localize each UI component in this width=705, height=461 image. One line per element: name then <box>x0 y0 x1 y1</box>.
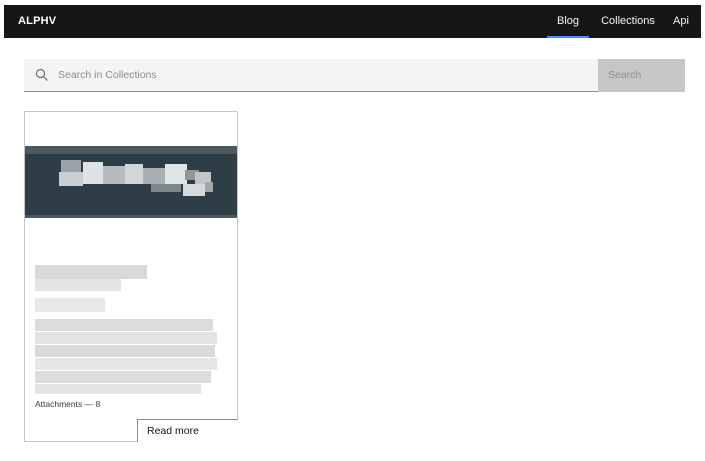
nav-api[interactable]: Api <box>671 5 691 38</box>
image-mosaic-block <box>125 164 143 184</box>
read-more-button[interactable]: Read more <box>137 419 238 442</box>
collection-card: Attachments — 8 Read more <box>24 111 238 442</box>
card-title-blurred <box>35 279 121 291</box>
attachments-count: Attachments — 8 <box>35 399 101 409</box>
search-icon <box>35 68 49 82</box>
image-mosaic-block <box>151 184 181 192</box>
image-mosaic-block <box>165 164 187 184</box>
card-image-band-bottom <box>25 215 237 218</box>
brand-logo[interactable]: ALPHV <box>18 15 56 27</box>
search-field <box>24 59 598 92</box>
image-mosaic-block <box>143 168 165 184</box>
image-mosaic-block <box>183 184 205 196</box>
search-input[interactable] <box>56 59 586 91</box>
card-description-blurred <box>35 332 217 344</box>
card-image <box>25 146 237 218</box>
card-description-blurred <box>35 358 217 370</box>
image-mosaic-block <box>83 162 103 184</box>
card-meta-blurred <box>35 298 105 312</box>
card-image-band-top <box>25 146 237 154</box>
card-description-blurred <box>35 345 215 357</box>
active-nav-indicator <box>547 36 589 38</box>
image-mosaic-block <box>205 182 213 192</box>
image-mosaic-block <box>103 166 125 184</box>
image-mosaic-block <box>59 172 83 186</box>
top-navigation-bar: ALPHV Blog Collections Api <box>4 5 701 38</box>
card-description-blurred <box>35 384 201 394</box>
nav-blog[interactable]: Blog <box>547 5 589 38</box>
nav-collections[interactable]: Collections <box>600 5 656 38</box>
card-description-blurred <box>35 319 213 331</box>
card-description-blurred <box>35 371 211 383</box>
card-title-blurred <box>35 265 147 279</box>
search-button[interactable]: Search <box>598 59 685 92</box>
